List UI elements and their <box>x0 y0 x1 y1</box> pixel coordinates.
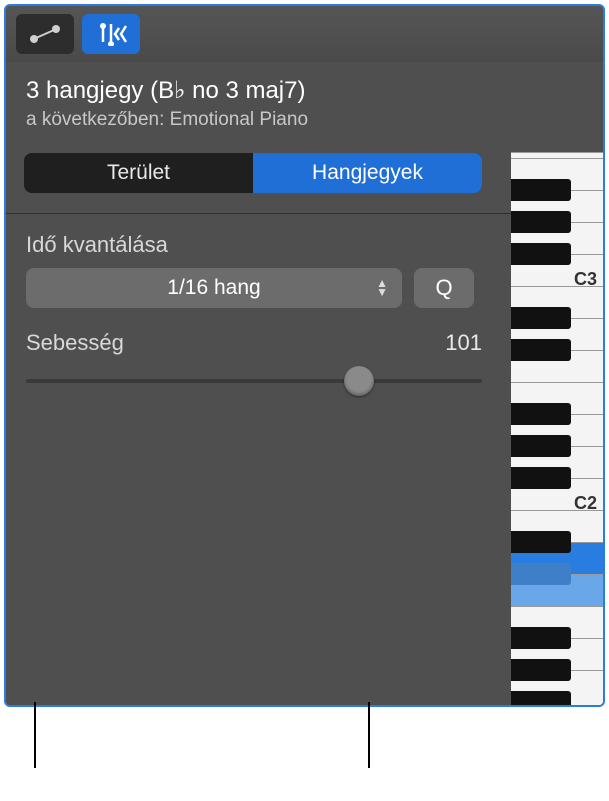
black-key-highlight[interactable] <box>511 563 571 585</box>
chevron-up-down-icon: ▲▼ <box>376 279 388 297</box>
selection-subtitle: a következőben: Emotional Piano <box>26 109 583 131</box>
midi-in-icon <box>91 22 131 46</box>
black-key[interactable] <box>511 467 571 489</box>
black-key[interactable] <box>511 339 571 361</box>
black-key[interactable] <box>511 179 571 201</box>
automation-button[interactable] <box>16 14 74 54</box>
black-key[interactable] <box>511 307 571 329</box>
black-key[interactable] <box>511 659 571 681</box>
black-key[interactable] <box>511 403 571 425</box>
velocity-row: Sebesség 101 <box>26 330 482 356</box>
black-key[interactable] <box>511 243 571 265</box>
selection-title: 3 hangjegy (B♭ no 3 maj7) <box>26 76 583 105</box>
inspector-panel: 3 hangjegy (B♭ no 3 maj7) a következőben… <box>4 4 605 707</box>
quantize-select[interactable]: 1/16 hang ▲▼ <box>26 268 402 308</box>
octave-label-c2: C2 <box>574 493 597 514</box>
slider-track <box>26 379 482 383</box>
velocity-slider[interactable] <box>26 364 482 398</box>
quantize-button[interactable]: Q <box>414 268 474 308</box>
callout-line-left <box>34 702 36 768</box>
black-key[interactable] <box>511 435 571 457</box>
black-key[interactable] <box>511 531 571 553</box>
black-key[interactable] <box>511 211 571 233</box>
black-key[interactable] <box>511 691 571 707</box>
black-key[interactable] <box>511 627 571 649</box>
velocity-value: 101 <box>445 330 482 356</box>
quantize-row: 1/16 hang ▲▼ Q <box>26 268 583 308</box>
tab-notes[interactable]: Hangjegyek <box>253 153 482 193</box>
tab-region[interactable]: Terület <box>24 153 253 193</box>
midi-in-button[interactable] <box>82 14 140 54</box>
header: 3 hangjegy (B♭ no 3 maj7) a következőben… <box>6 62 603 145</box>
velocity-label: Sebesség <box>26 330 124 356</box>
piano-keyboard[interactable]: C3 C2 <box>511 152 603 707</box>
toolbar <box>6 6 603 62</box>
automation-icon <box>28 23 62 45</box>
quantize-value: 1/16 hang <box>167 276 260 300</box>
segmented-control: Terület Hangjegyek <box>24 153 482 193</box>
octave-label-c3: C3 <box>574 269 597 290</box>
slider-thumb[interactable] <box>344 366 374 396</box>
quantize-label: Idő kvantálása <box>26 232 583 258</box>
callout-line-right <box>368 702 370 768</box>
